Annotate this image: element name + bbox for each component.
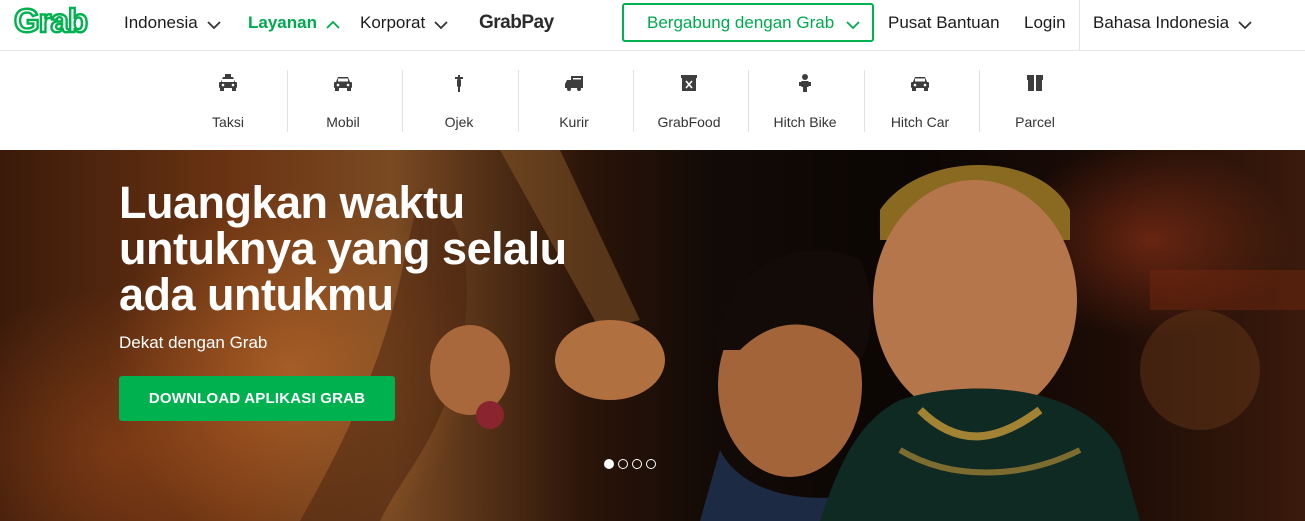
- service-mobil[interactable]: Mobil: [286, 70, 400, 132]
- parcel-icon: [1027, 75, 1043, 91]
- service-ojek[interactable]: Ojek: [402, 70, 516, 132]
- service-hitch-bike-label: Hitch Bike: [773, 114, 837, 130]
- carousel-dot-2[interactable]: [618, 459, 628, 469]
- service-grabfood-label: GrabFood: [657, 114, 721, 130]
- taxi-icon: [219, 74, 237, 91]
- nav-services-label: Layanan: [248, 13, 317, 32]
- car-icon: [334, 77, 352, 91]
- service-taksi-label: Taksi: [212, 114, 244, 130]
- carousel-dot-1[interactable]: [604, 459, 614, 469]
- svg-text:Grab: Grab: [14, 5, 87, 37]
- grabpay-label-grab: Grab: [479, 12, 522, 33]
- language-dropdown[interactable]: Bahasa Indonesia: [1093, 0, 1252, 46]
- service-grabfood[interactable]: GrabFood: [632, 70, 746, 132]
- service-mobil-label: Mobil: [326, 114, 360, 130]
- carousel-dots: [604, 459, 656, 469]
- courier-icon: [565, 76, 583, 91]
- nav-services-dropdown[interactable]: Layanan: [248, 0, 340, 46]
- chevron-down-icon: [1238, 20, 1252, 29]
- hero-headline-line-2: untuknya yang selalu: [119, 223, 567, 274]
- grabpay-link[interactable]: GrabPay: [479, 12, 554, 34]
- grabpay-label-pay: Pay: [521, 12, 554, 33]
- chevron-down-icon: [846, 21, 860, 30]
- hero-subtitle: Dekat dengan Grab: [119, 333, 268, 352]
- hero-headline-line-1: Luangkan waktu: [119, 177, 465, 228]
- motorbike-icon: [455, 75, 463, 92]
- food-icon: [681, 75, 697, 91]
- chevron-down-icon: [207, 20, 221, 29]
- nav-country-dropdown[interactable]: Indonesia: [124, 0, 221, 46]
- service-taksi[interactable]: Taksi: [171, 70, 285, 132]
- chevron-up-icon: [326, 20, 340, 29]
- chevron-down-icon: [434, 20, 448, 29]
- grab-logo[interactable]: Grab: [14, 5, 98, 37]
- hitch-bike-icon: [799, 74, 811, 92]
- carousel-dot-4[interactable]: [646, 459, 656, 469]
- hero-headline-line-3: ada untukmu: [119, 269, 394, 320]
- help-center-label: Pusat Bantuan: [888, 13, 1000, 32]
- join-grab-label: Bergabung dengan Grab: [647, 12, 835, 32]
- nav-corporate-label: Korporat: [360, 13, 426, 32]
- hitch-car-icon: [911, 77, 929, 91]
- help-center-link[interactable]: Pusat Bantuan: [888, 0, 1000, 46]
- nav-corporate-dropdown[interactable]: Korporat: [360, 0, 448, 46]
- download-app-button[interactable]: DOWNLOAD APLIKASI GRAB: [119, 376, 395, 421]
- language-label: Bahasa Indonesia: [1093, 13, 1230, 32]
- top-navigation: Grab Indonesia Layanan Korporat GrabPay …: [0, 0, 1305, 50]
- join-grab-dropdown[interactable]: Bergabung dengan Grab: [622, 3, 874, 42]
- services-bar: Taksi Mobil Ojek Kurir GrabFood Hitch Bi…: [0, 50, 1305, 150]
- carousel-dot-3[interactable]: [632, 459, 642, 469]
- service-hitch-bike[interactable]: Hitch Bike: [748, 70, 862, 132]
- service-hitch-car-label: Hitch Car: [890, 114, 950, 130]
- hero-headline: Luangkan waktu untuknya yang selalu ada …: [119, 180, 639, 318]
- login-label: Login: [1024, 13, 1066, 32]
- service-ojek-label: Ojek: [444, 114, 474, 130]
- login-link[interactable]: Login: [1024, 0, 1066, 46]
- service-hitch-car[interactable]: Hitch Car: [863, 70, 977, 132]
- service-parcel-label: Parcel: [1015, 114, 1055, 130]
- service-parcel[interactable]: Parcel: [978, 70, 1092, 132]
- nav-divider: [1079, 0, 1080, 50]
- hero-banner: Luangkan waktu untuknya yang selalu ada …: [0, 150, 1305, 521]
- service-kurir-label: Kurir: [559, 114, 589, 130]
- service-kurir[interactable]: Kurir: [517, 70, 631, 132]
- nav-country-label: Indonesia: [124, 13, 198, 32]
